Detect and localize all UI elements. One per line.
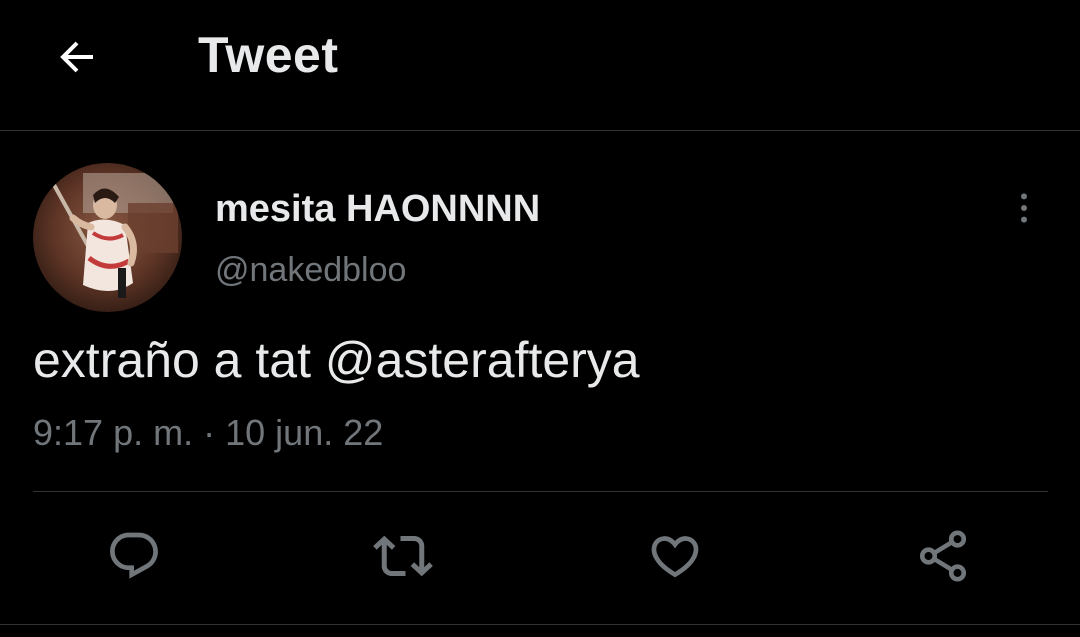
more-vertical-icon <box>1021 193 1027 223</box>
tweet-date: 10 jun. 22 <box>225 412 384 453</box>
profile-photo <box>33 163 182 312</box>
author-display-name[interactable]: mesita HAONNNN <box>215 186 540 232</box>
tweet-time: 9:17 p. m. <box>33 412 194 453</box>
back-button[interactable] <box>48 28 106 86</box>
share-icon <box>919 530 967 582</box>
page-title: Tweet <box>198 27 339 83</box>
tweet-action-bar <box>0 492 1080 624</box>
meta-separator: · <box>203 412 216 453</box>
reply-button[interactable] <box>102 524 166 588</box>
heart-icon <box>651 536 699 578</box>
reply-icon <box>110 532 158 579</box>
bottom-divider <box>0 624 1080 625</box>
retweet-button[interactable] <box>371 524 435 588</box>
arrow-left-icon <box>60 41 93 73</box>
avatar[interactable] <box>33 163 182 312</box>
like-button[interactable] <box>643 524 707 588</box>
tweet-text: extraño a tat @asterafterya <box>33 332 640 388</box>
share-button[interactable] <box>911 524 975 588</box>
tweet-timestamp[interactable]: 9:17 p. m. · 10 jun. 22 <box>33 410 383 456</box>
more-options-button[interactable] <box>1000 184 1048 232</box>
top-app-bar: Tweet <box>0 0 1080 131</box>
retweet-icon <box>373 535 433 577</box>
author-handle[interactable]: @nakedbloo <box>215 248 406 292</box>
